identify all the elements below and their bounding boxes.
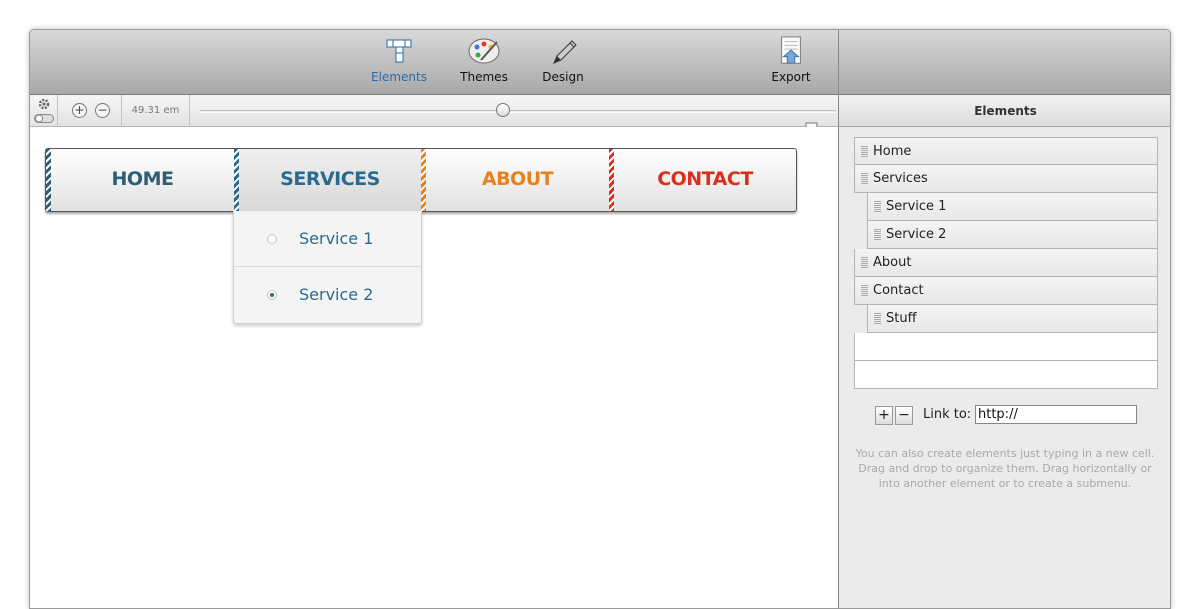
- gear-icon: [38, 98, 50, 110]
- toolbar: Elements Themes Design Export: [30, 30, 838, 95]
- width-slider-track[interactable]: [200, 110, 836, 113]
- elements-icon: [386, 39, 412, 63]
- element-row-empty[interactable]: [854, 333, 1158, 361]
- drag-handle-icon[interactable]: [874, 201, 881, 212]
- dropdown-item-label: Service 1: [299, 229, 374, 248]
- menu-item-home[interactable]: HOME: [51, 149, 234, 211]
- element-row-label: Services: [873, 171, 928, 186]
- radio-icon: [267, 234, 277, 244]
- export-icon: [781, 36, 801, 64]
- dropdown-item-label: Service 2: [299, 285, 374, 304]
- element-row-label: Stuff: [886, 311, 917, 326]
- element-list: Home Services Service 1 Service 2 About …: [854, 137, 1158, 389]
- app-window: Elements Themes Design Export Elements +…: [29, 29, 1171, 609]
- element-row-service-2[interactable]: Service 2: [867, 221, 1158, 249]
- drag-handle-icon[interactable]: [861, 257, 868, 268]
- design-toolbar-button[interactable]: Design: [528, 36, 598, 84]
- pencil-icon: [553, 40, 577, 64]
- menu-item-label: CONTACT: [657, 168, 753, 190]
- element-row-label: Contact: [873, 283, 924, 298]
- menu-item-about[interactable]: ABOUT: [426, 149, 609, 211]
- sidebar-title: Elements: [838, 95, 1170, 127]
- element-row-empty[interactable]: [854, 361, 1158, 389]
- link-to-label: Link to:: [923, 407, 972, 422]
- menu-item-contact[interactable]: CONTACT: [614, 149, 796, 211]
- themes-toolbar-button[interactable]: Themes: [449, 36, 519, 84]
- zoom-in-button[interactable]: +: [72, 103, 87, 118]
- element-row-contact[interactable]: Contact: [854, 277, 1158, 305]
- toggle-switch-icon: [34, 114, 54, 123]
- services-dropdown: Service 1 Service 2: [233, 211, 422, 324]
- radio-selected-icon: [267, 290, 277, 300]
- drag-handle-icon[interactable]: [861, 173, 868, 184]
- element-row-about[interactable]: About: [854, 249, 1158, 277]
- drag-handle-icon[interactable]: [874, 313, 881, 324]
- element-row-services[interactable]: Services: [854, 165, 1158, 193]
- menu-item-label: SERVICES: [280, 168, 380, 190]
- menu-item-services[interactable]: SERVICES: [239, 149, 421, 211]
- link-url-input[interactable]: [975, 405, 1137, 424]
- zoom-out-button[interactable]: −: [95, 103, 110, 118]
- zoom-value: 49.31 em: [122, 95, 190, 127]
- zoom-bar: + − 49.31 em: [30, 95, 838, 133]
- export-toolbar-label: Export: [771, 70, 811, 84]
- dropdown-item-service-2[interactable]: Service 2: [234, 267, 421, 323]
- drag-handle-icon[interactable]: [874, 229, 881, 240]
- palette-icon: [468, 38, 500, 64]
- element-row-home[interactable]: Home: [854, 137, 1158, 165]
- elements-toolbar-label: Elements: [371, 70, 427, 84]
- element-row-label: Service 1: [886, 199, 947, 214]
- remove-element-button[interactable]: −: [895, 406, 913, 425]
- sidebar-toolbar-area: [838, 30, 1170, 95]
- canvas: HOME SERVICES ABOUT CONTACT Service 1 Se: [30, 127, 838, 608]
- element-row-service-1[interactable]: Service 1: [867, 193, 1158, 221]
- design-toolbar-label: Design: [542, 70, 584, 84]
- sidebar: Home Services Service 1 Service 2 About …: [838, 127, 1170, 608]
- dropdown-item-service-1[interactable]: Service 1: [234, 211, 421, 267]
- help-text: You can also create elements just typing…: [855, 447, 1155, 490]
- add-element-button[interactable]: +: [875, 406, 893, 425]
- export-toolbar-button[interactable]: Export: [756, 36, 826, 84]
- element-row-stuff[interactable]: Stuff: [867, 305, 1158, 333]
- element-row-label: Home: [873, 144, 912, 159]
- zoom-buttons: + −: [58, 95, 122, 127]
- settings-toggle[interactable]: [30, 95, 58, 127]
- drag-handle-icon[interactable]: [861, 285, 868, 296]
- elements-toolbar-button[interactable]: Elements: [364, 36, 434, 84]
- width-slider-knob[interactable]: [496, 103, 510, 117]
- menu-item-label: ABOUT: [481, 168, 554, 190]
- drag-handle-icon[interactable]: [861, 146, 868, 157]
- menu-item-label: HOME: [111, 168, 174, 190]
- element-row-label: Service 2: [886, 227, 947, 242]
- menu-preview: HOME SERVICES ABOUT CONTACT: [45, 148, 797, 212]
- themes-toolbar-label: Themes: [460, 70, 508, 84]
- element-row-label: About: [873, 255, 912, 270]
